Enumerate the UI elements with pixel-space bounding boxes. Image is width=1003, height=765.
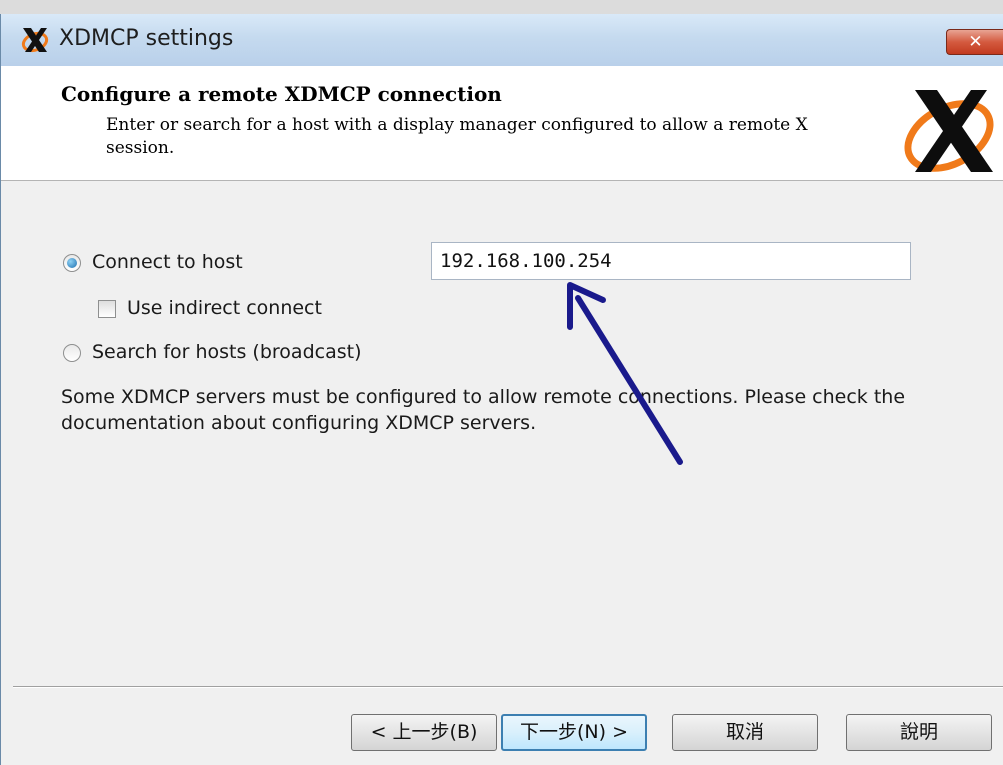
- cancel-button[interactable]: 取消: [672, 714, 818, 751]
- search-hosts-radio[interactable]: [63, 344, 81, 362]
- close-button[interactable]: ✕: [946, 29, 1003, 55]
- window-title: XDMCP settings: [59, 26, 234, 51]
- wizard-header: Configure a remote XDMCP connection Ente…: [1, 66, 1003, 181]
- header-title: Configure a remote XDMCP connection: [61, 82, 502, 106]
- x-logo-icon: [904, 90, 994, 172]
- search-hosts-label[interactable]: Search for hosts (broadcast): [92, 341, 361, 363]
- footer-separator: [13, 686, 1003, 688]
- header-description: Enter or search for a host with a displa…: [106, 115, 808, 158]
- back-button[interactable]: < 上一步(B): [351, 714, 497, 751]
- info-text: Some XDMCP servers must be configured to…: [61, 386, 906, 434]
- xdmcp-settings-window: XDMCP settings ✕ Configure a remote XDMC…: [0, 14, 1003, 765]
- close-icon: ✕: [968, 32, 983, 52]
- title-bar[interactable]: XDMCP settings ✕: [1, 14, 1003, 67]
- connect-to-host-label[interactable]: Connect to host: [92, 251, 243, 273]
- next-button[interactable]: 下一步(N) >: [501, 714, 647, 751]
- host-address-input[interactable]: [431, 242, 911, 280]
- use-indirect-label[interactable]: Use indirect connect: [127, 297, 322, 319]
- x-logo-icon: [21, 28, 49, 53]
- use-indirect-checkbox[interactable]: [98, 300, 116, 318]
- connect-to-host-radio[interactable]: [63, 254, 81, 272]
- help-button[interactable]: 說明: [846, 714, 992, 751]
